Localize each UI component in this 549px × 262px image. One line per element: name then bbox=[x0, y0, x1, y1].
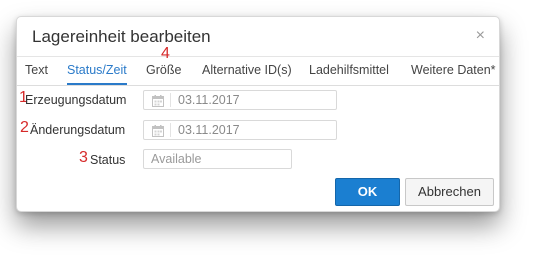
change-date-value: 03.11.2017 bbox=[178, 123, 240, 137]
tab-ladehilfsmittel[interactable]: Ladehilfsmittel bbox=[309, 57, 389, 85]
ok-button[interactable]: OK bbox=[335, 178, 400, 206]
status-placeholder: Available bbox=[151, 152, 202, 166]
tab-weitere-daten[interactable]: Weitere Daten* bbox=[411, 57, 496, 85]
dialog-title: Lagereinheit bearbeiten bbox=[32, 27, 211, 46]
creation-date-field[interactable]: 03.11.2017 bbox=[143, 90, 337, 110]
change-date-field[interactable]: 03.11.2017 bbox=[143, 120, 337, 140]
tab-text[interactable]: Text bbox=[25, 57, 48, 85]
status-label: Status bbox=[90, 153, 126, 167]
field-divider bbox=[170, 93, 171, 107]
creation-date-label: Erzeugungsdatum bbox=[25, 93, 127, 107]
dialog-header: Lagereinheit bearbeiten × bbox=[17, 17, 499, 57]
cancel-button[interactable]: Abbrechen bbox=[405, 178, 494, 206]
tab-status-zeit[interactable]: Status/Zeit bbox=[67, 57, 127, 85]
calendar-icon[interactable] bbox=[152, 94, 164, 107]
close-icon[interactable]: × bbox=[476, 27, 485, 45]
annotation-marker-3: 3 bbox=[79, 149, 88, 166]
edit-storage-unit-dialog: Lagereinheit bearbeiten × Text Status/Ze… bbox=[16, 16, 500, 212]
annotation-marker-4: 4 bbox=[161, 45, 170, 62]
change-date-label: Änderungsdatum bbox=[30, 123, 126, 137]
field-divider bbox=[170, 123, 171, 137]
status-field[interactable]: Available bbox=[143, 149, 292, 169]
annotation-marker-2: 2 bbox=[20, 119, 29, 136]
creation-date-value: 03.11.2017 bbox=[178, 93, 240, 107]
calendar-icon[interactable] bbox=[152, 124, 164, 137]
tab-alternative-ids[interactable]: Alternative ID(s) bbox=[202, 57, 292, 85]
tab-bar: Text Status/Zeit Größe Alternative ID(s)… bbox=[17, 57, 499, 86]
